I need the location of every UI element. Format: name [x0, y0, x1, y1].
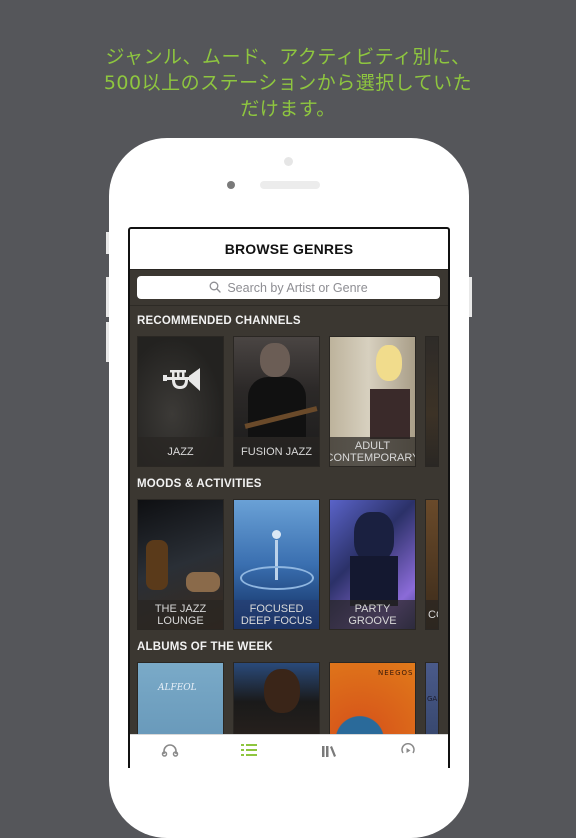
- promo-line: だけます。: [240, 98, 336, 120]
- promo-line: 500以上のステーションから選択していた: [103, 72, 473, 94]
- app-screen: BROWSE GENRES Search by Artist or Genre …: [128, 227, 450, 768]
- album-cover-text: NEEGOS: [378, 669, 414, 677]
- section-title-recommended: RECOMMENDED CHANNELS: [137, 315, 301, 327]
- list-icon: [241, 742, 258, 761]
- section-title-moods: MOODS & ACTIVITIES: [137, 478, 262, 490]
- mood-card-focused-deep-focus[interactable]: FOCUSED DEEP FOCUS: [233, 499, 320, 630]
- channel-card-fusion-jazz[interactable]: FUSION JAZZ: [233, 336, 320, 467]
- card-label: PARTY GROOVE: [330, 600, 415, 629]
- navigation-bar: BROWSE GENRES: [130, 229, 448, 270]
- artist-dress: [370, 389, 410, 439]
- water-ripple: [240, 566, 314, 590]
- artist-hair: [376, 345, 402, 381]
- earpiece-speaker: [260, 181, 320, 189]
- tab-history[interactable]: [388, 737, 428, 767]
- water-drop: [272, 530, 281, 539]
- mood-card-party-groove[interactable]: PARTY GROOVE: [329, 499, 416, 630]
- promo-headline: ジャンル、ムード、アクティビティ別に、 500以上のステーションから選択していた…: [0, 44, 576, 122]
- dancer-body: [350, 556, 398, 606]
- search-input[interactable]: Search by Artist or Genre: [137, 276, 440, 299]
- artist-head: [260, 343, 290, 377]
- tab-library[interactable]: [309, 737, 349, 767]
- card-label: ADULT CONTEMPORARY: [330, 437, 415, 466]
- search-icon: [209, 278, 222, 297]
- search-container: Search by Artist or Genre: [130, 270, 448, 306]
- headphones-icon: [161, 742, 179, 761]
- album-cover-text: GAM: [427, 695, 438, 703]
- hand-with-glass: [186, 572, 220, 592]
- front-camera: [227, 181, 235, 189]
- sensor-dot: [284, 157, 293, 166]
- moods-activities-row[interactable]: THE JAZZ LOUNGE FOCUSED DEEP FOCUS PARTY…: [130, 499, 448, 632]
- card-label: THE JAZZ LOUNGE: [138, 600, 223, 629]
- channel-card-jazz[interactable]: JAZZ: [137, 336, 224, 467]
- mood-card-partial[interactable]: CO: [425, 499, 439, 630]
- channel-card-adult-contemporary[interactable]: ADULT CONTEMPORARY: [329, 336, 416, 467]
- card-label: JAZZ: [138, 437, 223, 466]
- recent-play-icon: [400, 742, 416, 761]
- card-label: FOCUSED DEEP FOCUS: [234, 600, 319, 629]
- tab-browse[interactable]: [229, 737, 269, 767]
- section-title-albums: ALBUMS OF THE WEEK: [137, 641, 273, 653]
- page-title: BROWSE GENRES: [224, 241, 354, 257]
- channel-card-partial[interactable]: [425, 336, 439, 467]
- card-label: CO: [426, 600, 438, 629]
- artist-body: [248, 377, 306, 437]
- saxophone-player: [146, 540, 168, 590]
- promo-line: ジャンル、ムード、アクティビティ別に、: [105, 46, 471, 68]
- power-button: [469, 277, 472, 317]
- trumpet-icon: [162, 367, 202, 399]
- tab-bar: [130, 734, 448, 768]
- library-icon: [321, 742, 336, 761]
- album-cover-text: ALFEOL: [158, 683, 197, 693]
- search-placeholder: Search by Artist or Genre: [227, 280, 368, 295]
- card-label: FUSION JAZZ: [234, 437, 319, 466]
- tab-listen[interactable]: [150, 737, 190, 767]
- dancer-head: [354, 512, 394, 562]
- mood-card-jazz-lounge[interactable]: THE JAZZ LOUNGE: [137, 499, 224, 630]
- recommended-channels-row[interactable]: JAZZ FUSION JAZZ ADULT CONTEMPORARY: [130, 336, 448, 469]
- album-portrait: [264, 669, 300, 713]
